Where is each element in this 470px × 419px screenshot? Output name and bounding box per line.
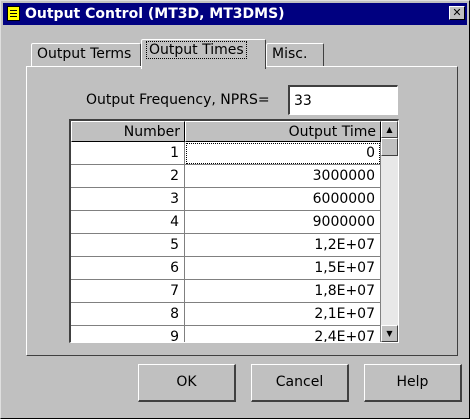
tab-output-times[interactable]: Output Times: [141, 39, 266, 69]
output-frequency-input[interactable]: 33: [288, 85, 398, 115]
table-row: 7 1,8E+07: [71, 280, 381, 303]
output-time-cell[interactable]: 1,8E+07: [185, 280, 381, 303]
tab-output-terms[interactable]: Output Terms: [31, 43, 141, 67]
row-number-cell: 4: [71, 211, 185, 234]
output-time-cell[interactable]: 2,1E+07: [185, 303, 381, 326]
table-row: 3 6000000: [71, 188, 381, 211]
output-time-cell[interactable]: 3000000: [185, 165, 381, 188]
row-number-cell: 3: [71, 188, 185, 211]
table-row: 2 3000000: [71, 165, 381, 188]
table-row: 5 1,2E+07: [71, 234, 381, 257]
help-button[interactable]: Help: [364, 364, 462, 402]
tab-label: Misc.: [272, 46, 308, 62]
row-number-cell: 1: [71, 142, 185, 165]
row-number-cell: 9: [71, 326, 185, 342]
output-time-cell[interactable]: 6000000: [185, 188, 381, 211]
output-time-cell[interactable]: 1,2E+07: [185, 234, 381, 257]
output-time-cell[interactable]: 2,4E+07: [185, 326, 381, 342]
scroll-down-button[interactable]: ▼: [381, 325, 398, 342]
row-number-cell: 7: [71, 280, 185, 303]
column-header-number[interactable]: Number: [71, 121, 185, 142]
window-app-icon: [7, 6, 20, 21]
table-row: 6 1,5E+07: [71, 257, 381, 280]
output-time-cell[interactable]: 1,5E+07: [185, 257, 381, 280]
ok-button[interactable]: OK: [138, 364, 236, 402]
dialog-window: Output Control (MT3D, MT3DMS) ✕ Output T…: [0, 0, 470, 419]
tab-label: Output Terms: [37, 46, 132, 62]
window-title: Output Control (MT3D, MT3DMS): [25, 6, 285, 22]
tab-misc[interactable]: Misc.: [266, 43, 324, 67]
table-row: 1 0: [71, 142, 381, 165]
output-frequency-label: Output Frequency, NPRS=: [86, 92, 270, 108]
scroll-up-button[interactable]: ▲: [381, 121, 398, 138]
table-row: 9 2,4E+07: [71, 326, 381, 342]
row-number-cell: 5: [71, 234, 185, 257]
title-bar[interactable]: Output Control (MT3D, MT3DMS) ✕: [3, 3, 467, 25]
scroll-thumb[interactable]: [381, 138, 398, 156]
output-times-grid[interactable]: Number Output Time 1 0 2 3000000 3 60000…: [69, 119, 399, 343]
table-row: 4 9000000: [71, 211, 381, 234]
row-number-cell: 2: [71, 165, 185, 188]
column-header-output-time[interactable]: Output Time: [185, 121, 381, 142]
table-row: 8 2,1E+07: [71, 303, 381, 326]
close-button[interactable]: ✕: [449, 6, 465, 20]
output-time-cell[interactable]: 9000000: [185, 211, 381, 234]
tab-label: Output Times: [146, 41, 247, 59]
row-number-cell: 6: [71, 257, 185, 280]
row-number-cell: 8: [71, 303, 185, 326]
output-time-cell[interactable]: 0: [185, 142, 381, 165]
cancel-button[interactable]: Cancel: [251, 364, 349, 402]
vertical-scrollbar[interactable]: ▲ ▼: [381, 121, 398, 342]
